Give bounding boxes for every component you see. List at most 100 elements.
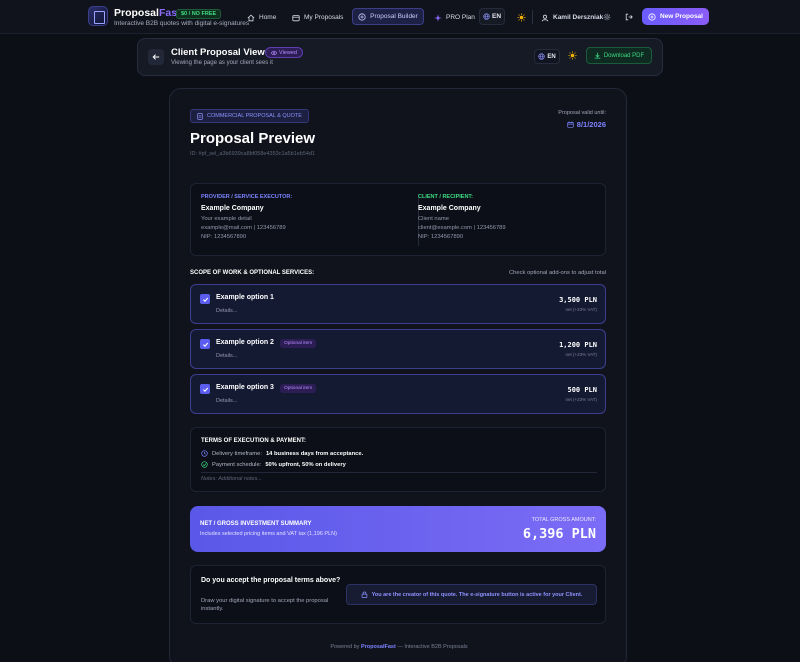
- footer-brand-link[interactable]: ProposalFast: [361, 644, 396, 650]
- settings-button[interactable]: [600, 10, 614, 24]
- tagline: Interactive B2B quotes with digital e-si…: [114, 20, 250, 27]
- arrow-left-icon: [152, 54, 160, 60]
- free-badge: $0 / NO FREE: [176, 9, 222, 19]
- option-item-1[interactable]: Example option 1 Details... 3,500 PLN ne…: [190, 284, 606, 324]
- theme-toggle-button[interactable]: [514, 10, 528, 24]
- provider-section: PROVIDER / SERVICE EXECUTOR: Example Com…: [201, 194, 292, 243]
- user-name: Kamil Derszniak: [553, 14, 604, 21]
- option-vat: net (+23% VAT): [565, 352, 597, 357]
- sun-icon: [516, 12, 526, 22]
- lock-icon: [361, 591, 367, 598]
- option-title: Example option 1: [216, 294, 274, 301]
- option-details: Details...: [216, 398, 238, 404]
- language-label: EN: [547, 53, 556, 60]
- option-price: 1,200 PLN: [559, 341, 597, 349]
- nav-proposal-builder[interactable]: Proposal Builder: [352, 8, 424, 25]
- checkmark-icon: [202, 297, 208, 302]
- payment-term: Payment schedule: 50% upfront, 50% on de…: [201, 461, 346, 468]
- document-title: Proposal Preview: [190, 130, 316, 147]
- option-item-3[interactable]: Example option 3 Optional item Details..…: [190, 374, 606, 414]
- delivery-value: 14 business days from acceptance.: [265, 450, 364, 457]
- proposal-document: COMMERCIAL PROPOSAL & QUOTE Proposal val…: [169, 88, 627, 662]
- option-checkbox[interactable]: [200, 339, 210, 349]
- folder-icon: [292, 14, 300, 21]
- language-switch[interactable]: EN: [479, 8, 505, 25]
- scope-hint: Check optional add-ons to adjust total: [509, 270, 606, 276]
- language-switch[interactable]: EN: [534, 49, 560, 64]
- page-title: Client Proposal View: [171, 47, 265, 58]
- nav-pro-plan[interactable]: PRO Plan: [434, 10, 475, 25]
- download-icon: [594, 52, 601, 59]
- nav-separator: [532, 10, 533, 24]
- page-description: Viewing the page as your client sees it: [171, 60, 273, 66]
- option-checkbox[interactable]: [200, 294, 210, 304]
- provider-name: Example Company: [201, 205, 264, 212]
- theme-toggle-button[interactable]: [568, 51, 577, 62]
- download-pdf-label: Download PDF: [603, 52, 645, 59]
- sun-icon: [568, 51, 577, 60]
- logo-icon[interactable]: [88, 6, 108, 26]
- parties-card: PROVIDER / SERVICE EXECUTOR: Example Com…: [190, 183, 606, 256]
- accept-question: Do you accept the proposal terms above?: [201, 577, 341, 584]
- divider: [201, 472, 597, 473]
- provider-heading: PROVIDER / SERVICE EXECUTOR:: [201, 194, 293, 200]
- download-pdf-button[interactable]: Download PDF: [586, 47, 652, 64]
- option-item-2[interactable]: Example option 2 Optional item Details..…: [190, 329, 606, 369]
- gear-icon: [603, 13, 611, 21]
- sparkle-icon: [434, 13, 442, 22]
- summary-subtitle: Includes selected pricing items and VAT …: [200, 531, 337, 537]
- valid-until-date: 8/1/2026: [567, 120, 606, 129]
- optional-badge: Optional item: [280, 384, 317, 393]
- valid-date-value: 8/1/2026: [576, 120, 606, 129]
- document-icon: [197, 112, 203, 120]
- client-name: Example Company: [418, 205, 481, 212]
- globe-icon: [483, 13, 490, 20]
- new-proposal-button[interactable]: New Proposal: [642, 8, 709, 25]
- clock-icon: [201, 450, 208, 457]
- option-details: Details...: [216, 353, 238, 359]
- option-details: Details...: [216, 308, 238, 314]
- terms-heading: TERMS OF EXECUTION & PAYMENT:: [201, 438, 307, 444]
- logout-button[interactable]: [622, 10, 636, 24]
- delivery-term: Delivery timeframe: 14 business days fro…: [201, 450, 363, 457]
- back-button[interactable]: [148, 49, 164, 65]
- optional-badge: Optional item: [280, 339, 317, 348]
- creator-notice: You are the creator of this quote. The e…: [346, 584, 597, 605]
- option-title: Example option 3: [216, 384, 274, 391]
- plus-circle-icon: [648, 12, 656, 21]
- summary-heading: NET / GROSS INVESTMENT SUMMARY: [200, 521, 312, 527]
- total-amount: 6,396 PLN: [522, 526, 596, 542]
- globe-icon: [538, 53, 545, 60]
- footer-suffix: — Interactive B2B Proposals: [397, 644, 468, 650]
- option-vat: net (+23% VAT): [565, 397, 597, 402]
- creator-notice-text: You are the creator of this quote. The e…: [371, 591, 583, 598]
- option-title: Example option 2: [216, 339, 274, 346]
- user-profile[interactable]: Kamil Derszniak: [541, 10, 603, 25]
- checkmark-icon: [202, 342, 208, 347]
- accept-card: Do you accept the proposal terms above? …: [190, 565, 606, 624]
- status-badge-label: Viewed: [279, 49, 297, 56]
- nav-home-label: Home: [259, 14, 277, 21]
- footer: Powered by ProposalFast — Interactive B2…: [170, 644, 628, 650]
- client-detail: Client name: [418, 216, 449, 222]
- plus-circle-icon: [358, 12, 366, 21]
- nav-my-proposals[interactable]: My Proposals: [292, 10, 343, 25]
- eye-icon: [271, 50, 277, 55]
- check-circle-icon: [201, 461, 208, 468]
- nav-pro-label: PRO Plan: [446, 14, 475, 21]
- scope-heading: SCOPE OF WORK & OPTIONAL SERVICES:: [190, 270, 315, 276]
- provider-nip: NIP: 1234567890: [201, 234, 247, 240]
- footer-prefix: Powered by: [330, 644, 360, 650]
- nav-builder-label: Proposal Builder: [370, 13, 418, 20]
- top-nav: ProposalFast $0 / NO FREE Interactive B2…: [0, 0, 800, 34]
- home-icon: [247, 14, 255, 21]
- payment-value: 50% upfront, 50% on delivery: [265, 461, 346, 468]
- nav-my-proposals-label: My Proposals: [304, 14, 344, 21]
- option-checkbox[interactable]: [200, 384, 210, 394]
- investment-summary: NET / GROSS INVESTMENT SUMMARY Includes …: [190, 506, 606, 552]
- nav-home[interactable]: Home: [247, 10, 276, 25]
- document-id: ID: #pf_sel_a3b6939ca8bf058e4353c1a5b1eb…: [190, 151, 316, 157]
- delivery-label: Delivery timeframe:: [212, 450, 262, 457]
- payment-label: Payment schedule:: [212, 461, 262, 468]
- brand-name[interactable]: ProposalFast: [114, 7, 181, 19]
